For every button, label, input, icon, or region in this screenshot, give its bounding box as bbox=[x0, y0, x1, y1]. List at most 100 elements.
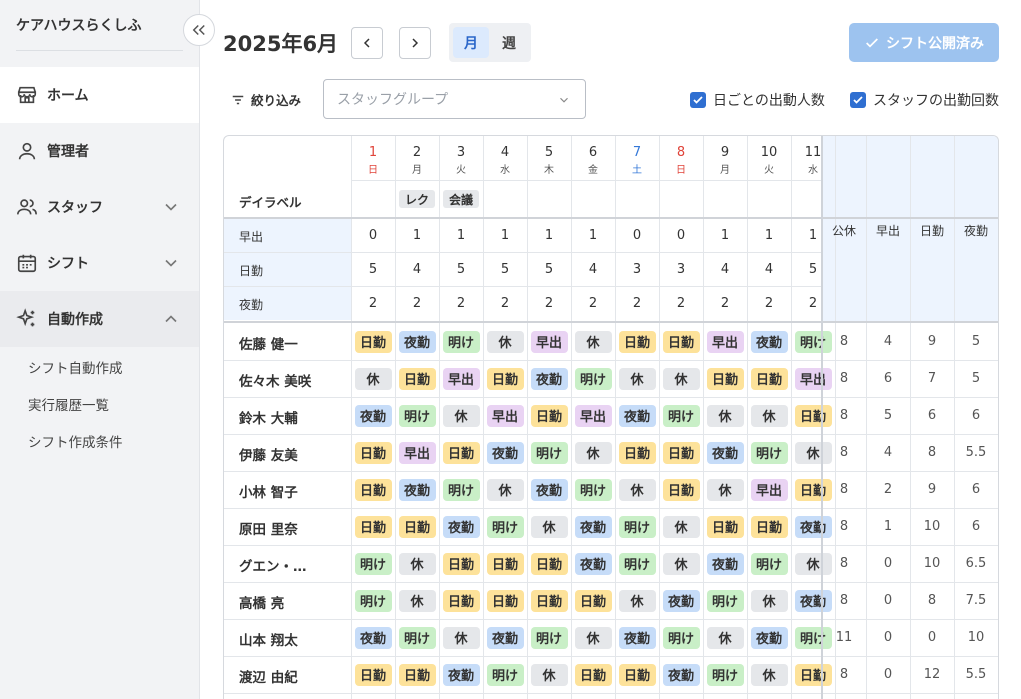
shift-cell[interactable]: 明け bbox=[439, 323, 483, 360]
shift-cell[interactable]: 日勤 bbox=[439, 434, 483, 471]
day-header[interactable]: 5木 bbox=[527, 142, 571, 178]
shift-cell[interactable]: 明け bbox=[659, 619, 703, 656]
day-label-cell[interactable] bbox=[527, 180, 571, 218]
shift-cell[interactable]: 休 bbox=[615, 582, 659, 619]
shift-cell[interactable]: 夜勤 bbox=[527, 471, 571, 508]
shift-cell[interactable]: 夜勤 bbox=[395, 323, 439, 360]
shift-cell[interactable]: 夜勤 bbox=[571, 545, 615, 582]
shift-cell[interactable]: 休 bbox=[659, 360, 703, 397]
shift-cell[interactable]: 明け bbox=[527, 619, 571, 656]
shift-cell[interactable]: 日勤 bbox=[439, 582, 483, 619]
shift-cell[interactable]: 日勤 bbox=[659, 434, 703, 471]
shift-cell[interactable]: 休 bbox=[439, 397, 483, 434]
shift-cell[interactable]: 日勤 bbox=[747, 508, 791, 545]
shift-cell[interactable]: 休 bbox=[615, 360, 659, 397]
day-header[interactable]: 7土 bbox=[615, 142, 659, 178]
shift-cell[interactable]: 休 bbox=[527, 508, 571, 545]
day-label-cell[interactable] bbox=[659, 180, 703, 218]
shift-cell[interactable]: 休 bbox=[703, 619, 747, 656]
shift-cell[interactable]: 明け bbox=[747, 434, 791, 471]
day-label-cell[interactable] bbox=[747, 180, 791, 218]
shift-cell[interactable]: 夜勤 bbox=[703, 545, 747, 582]
staff-name[interactable]: グエン・… bbox=[239, 555, 307, 575]
shift-cell[interactable]: 夜勤 bbox=[351, 619, 395, 656]
shift-cell[interactable]: 日勤 bbox=[351, 434, 395, 471]
day-header[interactable]: 6金 bbox=[571, 142, 615, 178]
shift-cell[interactable]: 明け bbox=[395, 619, 439, 656]
shift-cell[interactable]: 夜勤 bbox=[351, 397, 395, 434]
day-header[interactable]: 11 水 bbox=[791, 142, 835, 178]
day-header[interactable]: 10 火 bbox=[747, 142, 791, 178]
shift-cell[interactable]: 夜勤 bbox=[747, 323, 791, 360]
shift-cell[interactable]: 休 bbox=[615, 471, 659, 508]
shift-cell[interactable]: 日勤 bbox=[395, 508, 439, 545]
shift-cell[interactable]: 明け bbox=[747, 545, 791, 582]
shift-cell[interactable]: 日勤 bbox=[527, 545, 571, 582]
shift-cell[interactable]: 日勤 bbox=[659, 323, 703, 360]
sidebar-item-shift[interactable]: シフト bbox=[0, 235, 199, 291]
shift-cell[interactable]: 明け bbox=[659, 397, 703, 434]
shift-cell[interactable]: 明け bbox=[571, 360, 615, 397]
shift-cell[interactable]: 休 bbox=[747, 397, 791, 434]
shift-cell[interactable]: 休 bbox=[659, 508, 703, 545]
sidebar-subitem-auto-create[interactable]: シフト自動作成 bbox=[28, 357, 123, 377]
shift-cell[interactable]: 休 bbox=[439, 619, 483, 656]
next-month-button[interactable] bbox=[399, 27, 431, 59]
shift-cell[interactable]: 日勤 bbox=[659, 471, 703, 508]
sidebar-item-staff[interactable]: スタッフ bbox=[0, 179, 199, 235]
shift-cell[interactable]: 夜勤 bbox=[747, 619, 791, 656]
shift-cell[interactable]: 夜勤 bbox=[483, 434, 527, 471]
shift-cell[interactable]: 休 bbox=[747, 656, 791, 693]
shift-cell[interactable]: 休 bbox=[351, 360, 395, 397]
sidebar-collapse-button[interactable] bbox=[183, 14, 215, 46]
shift-cell[interactable]: 明け bbox=[703, 582, 747, 619]
shift-cell[interactable]: 日勤 bbox=[703, 360, 747, 397]
day-label-cell[interactable] bbox=[791, 180, 835, 218]
day-header[interactable]: 2月 bbox=[395, 142, 439, 178]
shift-cell[interactable]: 休 bbox=[703, 471, 747, 508]
shift-cell[interactable]: 休 bbox=[703, 397, 747, 434]
daily-count-checkbox[interactable]: 日ごとの出動人数 bbox=[690, 90, 825, 110]
shift-cell[interactable]: 日勤 bbox=[571, 656, 615, 693]
sidebar-item-admin[interactable]: 管理者 bbox=[0, 123, 199, 179]
day-label-cell[interactable] bbox=[615, 180, 659, 218]
prev-month-button[interactable] bbox=[351, 27, 383, 59]
shift-cell[interactable]: 早出 bbox=[571, 397, 615, 434]
day-header[interactable]: 4水 bbox=[483, 142, 527, 178]
day-header[interactable]: 1日 bbox=[351, 142, 395, 178]
shift-cell[interactable]: 休 bbox=[571, 434, 615, 471]
shift-cell[interactable]: 明け bbox=[571, 471, 615, 508]
shift-cell[interactable]: 早出 bbox=[527, 323, 571, 360]
shift-cell[interactable]: 明け bbox=[615, 545, 659, 582]
shift-cell[interactable]: 日勤 bbox=[439, 545, 483, 582]
shift-cell[interactable]: 明け bbox=[351, 582, 395, 619]
view-week-button[interactable]: 週 bbox=[491, 27, 527, 58]
staff-count-checkbox[interactable]: スタッフの出勤回数 bbox=[850, 90, 999, 110]
shift-cell[interactable]: 明け bbox=[351, 545, 395, 582]
day-label-cell[interactable]: レク bbox=[395, 180, 439, 218]
shift-cell[interactable]: 日勤 bbox=[615, 323, 659, 360]
shift-cell[interactable]: 休 bbox=[659, 545, 703, 582]
staff-name[interactable]: 鈴木 大輔 bbox=[239, 407, 298, 427]
day-header[interactable]: 3火 bbox=[439, 142, 483, 178]
shift-cell[interactable]: 休 bbox=[483, 323, 527, 360]
shift-cell[interactable]: 日勤 bbox=[615, 434, 659, 471]
staff-name[interactable]: 小林 智子 bbox=[239, 481, 298, 501]
shift-cell[interactable]: 休 bbox=[747, 582, 791, 619]
sidebar-item-home[interactable]: ホーム bbox=[0, 67, 199, 123]
shift-cell[interactable]: 夜勤 bbox=[571, 508, 615, 545]
shift-cell[interactable]: 早出 bbox=[747, 471, 791, 508]
shift-cell[interactable]: 日勤 bbox=[615, 656, 659, 693]
filter-button[interactable]: 絞り込み bbox=[231, 90, 301, 109]
staff-name[interactable]: 佐々木 美咲 bbox=[239, 370, 311, 390]
shift-cell[interactable]: 日勤 bbox=[571, 582, 615, 619]
shift-cell[interactable]: 休 bbox=[395, 545, 439, 582]
day-label-cell[interactable] bbox=[571, 180, 615, 218]
shift-cell[interactable]: 早出 bbox=[483, 397, 527, 434]
shift-cell[interactable]: 休 bbox=[527, 656, 571, 693]
shift-cell[interactable]: 明け bbox=[395, 397, 439, 434]
day-label-cell[interactable]: 会議 bbox=[439, 180, 483, 218]
shift-cell[interactable]: 日勤 bbox=[747, 360, 791, 397]
shift-cell[interactable]: 日勤 bbox=[395, 360, 439, 397]
shift-cell[interactable]: 夜勤 bbox=[659, 582, 703, 619]
